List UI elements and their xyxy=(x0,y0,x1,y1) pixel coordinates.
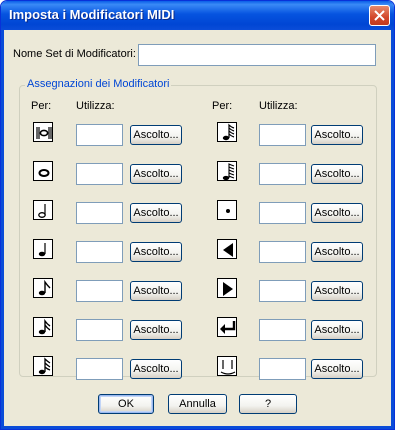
left-utilizza-input-1[interactable] xyxy=(76,124,123,146)
for-tie-box xyxy=(217,356,237,376)
right-utilizza-input-4[interactable] xyxy=(259,241,306,263)
dot-icon xyxy=(226,209,230,213)
title-bar[interactable]: Imposta i Modificatori MIDI xyxy=(1,1,394,30)
for-sixty-fourth-note-box xyxy=(217,122,237,142)
left-utilizza-input-4[interactable] xyxy=(76,241,123,263)
half-note-icon xyxy=(38,204,46,218)
double-whole-note-icon xyxy=(36,127,52,139)
window-title: Imposta i Modificatori MIDI xyxy=(9,7,175,22)
left-listen-button-2[interactable]: Ascolto... xyxy=(130,164,182,184)
window-frame-right xyxy=(391,30,394,429)
right-listen-button-3[interactable]: Ascolto... xyxy=(311,203,363,223)
utilizza-label-right: Utilizza: xyxy=(259,100,298,112)
left-utilizza-input-7[interactable] xyxy=(76,358,123,380)
assignments-group-title: Assegnazioni dei Modificatori xyxy=(25,78,172,90)
right-listen-button-5[interactable]: Ascolto... xyxy=(311,281,363,301)
right-listen-button-1[interactable]: Ascolto... xyxy=(311,125,363,145)
left-listen-button-4[interactable]: Ascolto... xyxy=(130,242,182,262)
close-button[interactable] xyxy=(369,5,390,26)
right-listen-button-2[interactable]: Ascolto... xyxy=(311,164,363,184)
for-left-arrow-box xyxy=(217,239,237,259)
right-utilizza-input-2[interactable] xyxy=(259,163,306,185)
right-utilizza-input-7[interactable] xyxy=(259,358,306,380)
right-listen-button-7[interactable]: Ascolto... xyxy=(311,359,363,379)
sixty-fourth-note-icon xyxy=(222,123,235,141)
for-eighth-note-box xyxy=(33,278,53,298)
help-button[interactable]: ? xyxy=(239,394,297,414)
thirty-second-note-icon xyxy=(38,357,51,375)
left-listen-button-1[interactable]: Ascolto... xyxy=(130,125,182,145)
for-double-whole-note-box xyxy=(33,122,53,142)
right-arrow-icon xyxy=(223,282,233,296)
name-set-label: Nome Set di Modificatori: xyxy=(13,48,136,60)
for-dot-box xyxy=(217,200,237,220)
right-utilizza-input-3[interactable] xyxy=(259,202,306,224)
for-right-arrow-box xyxy=(217,278,237,298)
name-set-input[interactable] xyxy=(138,44,376,66)
right-listen-button-4[interactable]: Ascolto... xyxy=(311,242,363,262)
right-utilizza-input-5[interactable] xyxy=(259,280,306,302)
left-utilizza-input-5[interactable] xyxy=(76,280,123,302)
whole-note-icon xyxy=(38,169,50,177)
for-sixteenth-note-box xyxy=(33,317,53,337)
right-listen-button-6[interactable]: Ascolto... xyxy=(311,320,363,340)
quarter-note-icon xyxy=(38,243,46,257)
right-utilizza-input-1[interactable] xyxy=(259,124,306,146)
enter-icon xyxy=(220,321,236,334)
for-thirty-second-note-box xyxy=(33,356,53,376)
tie-icon xyxy=(220,360,236,375)
for-hundred-twenty-eighth-note-box xyxy=(217,161,237,181)
close-icon xyxy=(374,10,385,21)
sixteenth-note-icon xyxy=(38,318,51,335)
window-frame-bottom xyxy=(1,426,394,429)
for-whole-note-box xyxy=(33,161,53,181)
window-frame-left xyxy=(1,30,4,429)
for-enter-box xyxy=(217,317,237,337)
left-listen-button-3[interactable]: Ascolto... xyxy=(130,203,182,223)
for-quarter-note-box xyxy=(33,239,53,259)
left-utilizza-input-6[interactable] xyxy=(76,319,123,341)
left-arrow-icon xyxy=(223,243,233,257)
left-utilizza-input-2[interactable] xyxy=(76,163,123,185)
hundred-twenty-eighth-note-icon xyxy=(222,163,235,181)
utilizza-label-left: Utilizza: xyxy=(76,100,115,112)
per-label-right: Per: xyxy=(212,100,233,112)
for-half-note-box xyxy=(33,200,53,220)
left-listen-button-6[interactable]: Ascolto... xyxy=(130,320,182,340)
left-listen-button-5[interactable]: Ascolto... xyxy=(130,281,182,301)
right-utilizza-input-6[interactable] xyxy=(259,319,306,341)
per-label-left: Per: xyxy=(31,100,52,112)
left-utilizza-input-3[interactable] xyxy=(76,202,123,224)
eighth-note-icon xyxy=(38,279,51,296)
cancel-button[interactable]: Annulla xyxy=(168,394,227,414)
left-listen-button-7[interactable]: Ascolto... xyxy=(130,359,182,379)
dialog-window: Imposta i Modificatori MIDI Nome Set di … xyxy=(0,0,395,430)
ok-button[interactable]: OK xyxy=(98,394,154,414)
